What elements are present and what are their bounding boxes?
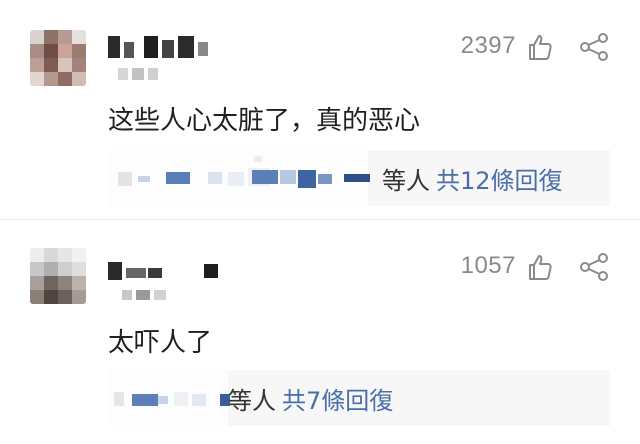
share-icon[interactable] [578,252,610,282]
reply-count-link[interactable]: 共7條回復 [282,387,393,415]
comment-item: 2397 这些人心太脏了，真的恶心 等人 共12條回復 [0,0,640,220]
comment-text: 这些人心太脏了，真的恶心 [108,106,421,136]
timestamp-redacted [118,68,178,80]
timestamp-redacted [118,290,178,302]
username-redacted[interactable] [108,260,228,282]
avatar[interactable] [30,30,86,86]
reply-preview-redacted [108,150,408,206]
thumbs-up-icon[interactable] [524,252,554,282]
like-count: 2397 [460,32,516,59]
thumbs-up-icon[interactable] [524,32,554,62]
share-icon[interactable] [578,32,610,62]
reply-summary[interactable]: 等人 共7條回復 [228,381,393,416]
reply-summary[interactable]: 等人 共12條回復 [382,161,563,196]
avatar[interactable] [30,248,86,304]
reply-people-label: 等人 [382,167,430,195]
comment-item: 1057 太吓人了 等人 共7條回復 [0,220,640,444]
comment-text: 太吓人了 [108,328,213,358]
reply-preview-box[interactable]: 等人 共7條回復 [108,370,610,426]
like-count: 1057 [460,252,516,279]
reply-preview-box[interactable]: 等人 共12條回復 [108,150,610,206]
reply-count-link[interactable]: 共12條回復 [436,167,563,195]
reply-people-label: 等人 [228,387,276,415]
username-redacted[interactable] [108,36,228,58]
